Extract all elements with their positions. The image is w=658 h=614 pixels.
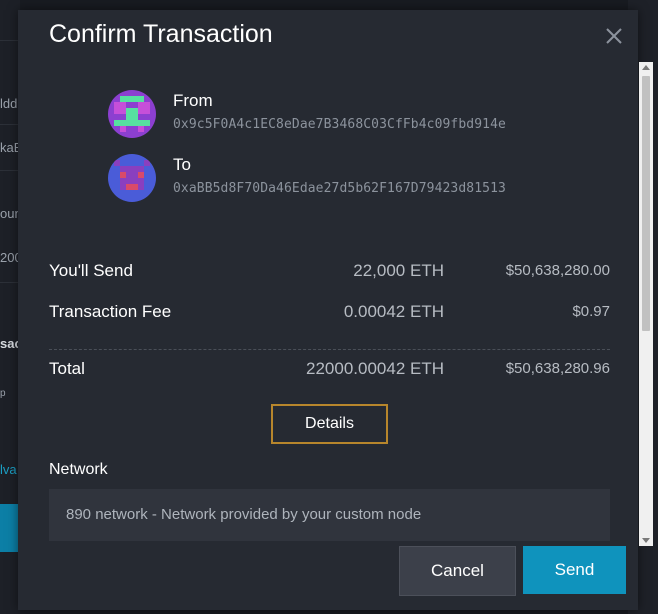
from-label: From: [173, 91, 213, 110]
send-usd-value: $50,638,280.00: [505, 262, 610, 279]
background-button: [0, 504, 20, 552]
send-button[interactable]: Send: [523, 546, 626, 594]
background-fragment: oun: [0, 206, 20, 221]
fee-eth-value: 0.00042 ETH: [343, 302, 444, 321]
cancel-button[interactable]: Cancel: [399, 546, 516, 596]
from-avatar: [108, 90, 156, 138]
total-usd-value: $50,638,280.96: [505, 360, 610, 377]
summary-divider: [49, 349, 610, 350]
background-divider: [0, 282, 20, 283]
scroll-down-icon[interactable]: [642, 538, 650, 543]
dialog-scrollbar[interactable]: [639, 62, 653, 546]
background-fragment: 200: [0, 250, 20, 265]
background-fragment: lva: [0, 462, 17, 477]
send-label: You'll Send: [49, 261, 133, 280]
send-eth-value: 22,000 ETH: [353, 261, 444, 280]
fee-usd-value: $0.97: [572, 303, 610, 320]
background-divider: [0, 170, 20, 171]
scroll-thumb[interactable]: [642, 76, 650, 331]
transaction-fee-row: Transaction Fee 0.00042 ETH $0.97: [49, 302, 610, 324]
close-icon: [606, 28, 622, 44]
background-fragment: ldd: [0, 96, 18, 111]
background-divider: [0, 124, 20, 125]
from-account: From 0x9c5F0A4c1EC8eDae7B3468C03CfFb4c09…: [108, 89, 608, 139]
to-address: 0xaBB5d8F70Da46Edae27d5b62F167D79423d815…: [173, 181, 506, 196]
dialog-title: Confirm Transaction: [49, 20, 273, 48]
background-divider: [0, 40, 20, 41]
confirm-transaction-dialog: Confirm Transaction From 0x9c5F0A4c1EC8e…: [18, 10, 653, 610]
background-fragment: kaB: [0, 140, 20, 155]
close-button[interactable]: [603, 25, 625, 47]
network-value: 890 network - Network provided by your c…: [66, 506, 422, 523]
total-label: Total: [49, 359, 85, 378]
fee-label: Transaction Fee: [49, 302, 172, 321]
total-row: Total 22000.00042 ETH $50,638,280.96: [49, 359, 610, 381]
dialog-scroll-area[interactable]: From 0x9c5F0A4c1EC8eDae7B3468C03CfFb4c09…: [18, 65, 638, 541]
network-label: Network: [49, 461, 108, 478]
from-address: 0x9c5F0A4c1EC8eDae7B3468C03CfFb4c09fbd91…: [173, 117, 506, 132]
total-eth-value: 22000.00042 ETH: [306, 359, 444, 378]
details-button[interactable]: Details: [271, 404, 388, 444]
background-fragment: sac: [0, 336, 20, 351]
scroll-up-icon[interactable]: [642, 65, 650, 70]
to-label: To: [173, 155, 191, 174]
network-field: 890 network - Network provided by your c…: [49, 489, 610, 541]
send-amount-row: You'll Send 22,000 ETH $50,638,280.00: [49, 261, 610, 283]
to-account: To 0xaBB5d8F70Da46Edae27d5b62F167D79423d…: [108, 153, 608, 203]
background-fragment: p: [0, 388, 6, 399]
to-avatar: [108, 154, 156, 202]
